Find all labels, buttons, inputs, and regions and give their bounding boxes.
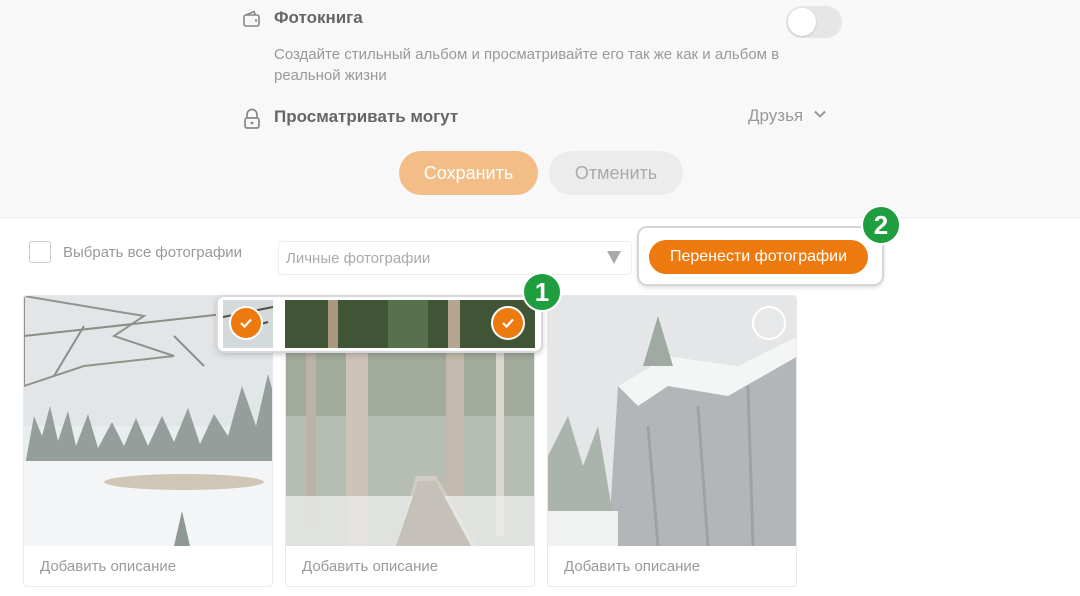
visibility-title: Просматривать могут: [274, 107, 459, 126]
chevron-down-icon: [813, 106, 827, 126]
check-icon: [502, 318, 514, 329]
visibility-dropdown[interactable]: Друзья: [748, 106, 827, 126]
move-photos-button[interactable]: Перенести фотографии: [649, 240, 868, 274]
album-settings-panel: Фотокнига Создайте стильный альбом и про…: [0, 0, 1080, 218]
check-icon: [240, 318, 252, 329]
select-all-control[interactable]: Выбрать все фотографии: [29, 241, 242, 263]
target-album-select[interactable]: Личные фотографии: [278, 241, 632, 275]
photo-select-toggle[interactable]: [752, 306, 786, 340]
photobook-description: Создайте стильный альбом и просматривайт…: [274, 46, 780, 84]
photo-card-3[interactable]: Добавить описание: [547, 295, 797, 587]
photo-description-input[interactable]: Добавить описание: [40, 558, 176, 575]
triangle-down-icon: [607, 251, 621, 264]
annotation-badge-2: 2: [861, 205, 901, 245]
select-all-checkbox[interactable]: [29, 241, 51, 263]
select-all-label: Выбрать все фотографии: [63, 243, 243, 261]
photobook-title: Фотокнига: [274, 8, 363, 27]
photo-description-input[interactable]: Добавить описание: [302, 558, 438, 575]
album-select-value: Личные фотографии: [286, 249, 431, 267]
photobook-toggle[interactable]: [786, 6, 842, 38]
annotation-badge-1: 1: [522, 272, 562, 312]
save-button[interactable]: Сохранить: [399, 151, 538, 195]
wallet-icon: [242, 9, 262, 34]
lock-icon: [243, 108, 261, 135]
photo-description-input[interactable]: Добавить описание: [564, 558, 700, 575]
cancel-button[interactable]: Отменить: [549, 151, 683, 195]
photo-select-toggle[interactable]: [229, 306, 263, 340]
toggle-knob: [788, 8, 816, 36]
visibility-value: Друзья: [748, 106, 804, 125]
photo-select-toggle[interactable]: [491, 306, 525, 340]
